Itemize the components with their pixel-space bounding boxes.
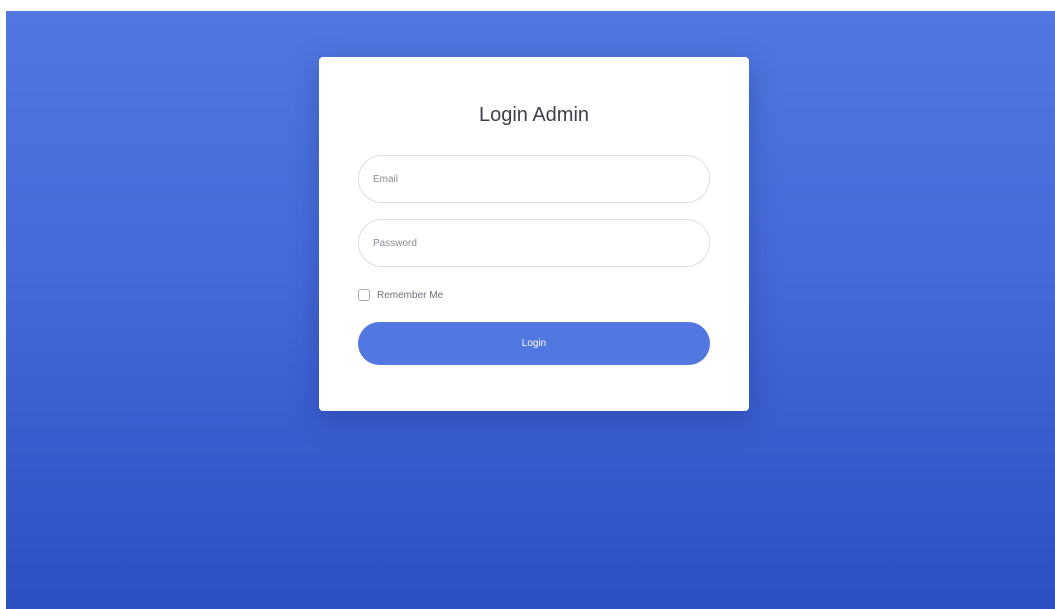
- remember-me-label: Remember Me: [377, 289, 444, 301]
- page-title: Login Admin: [478, 104, 590, 126]
- login-button[interactable]: Login: [358, 322, 710, 365]
- password-field[interactable]: [358, 219, 710, 267]
- remember-me-checkbox[interactable]: [358, 289, 370, 301]
- remember-me-row[interactable]: Remember Me: [358, 288, 443, 302]
- email-field[interactable]: [358, 155, 710, 203]
- login-card: Login Admin Remember Me Login: [319, 57, 749, 411]
